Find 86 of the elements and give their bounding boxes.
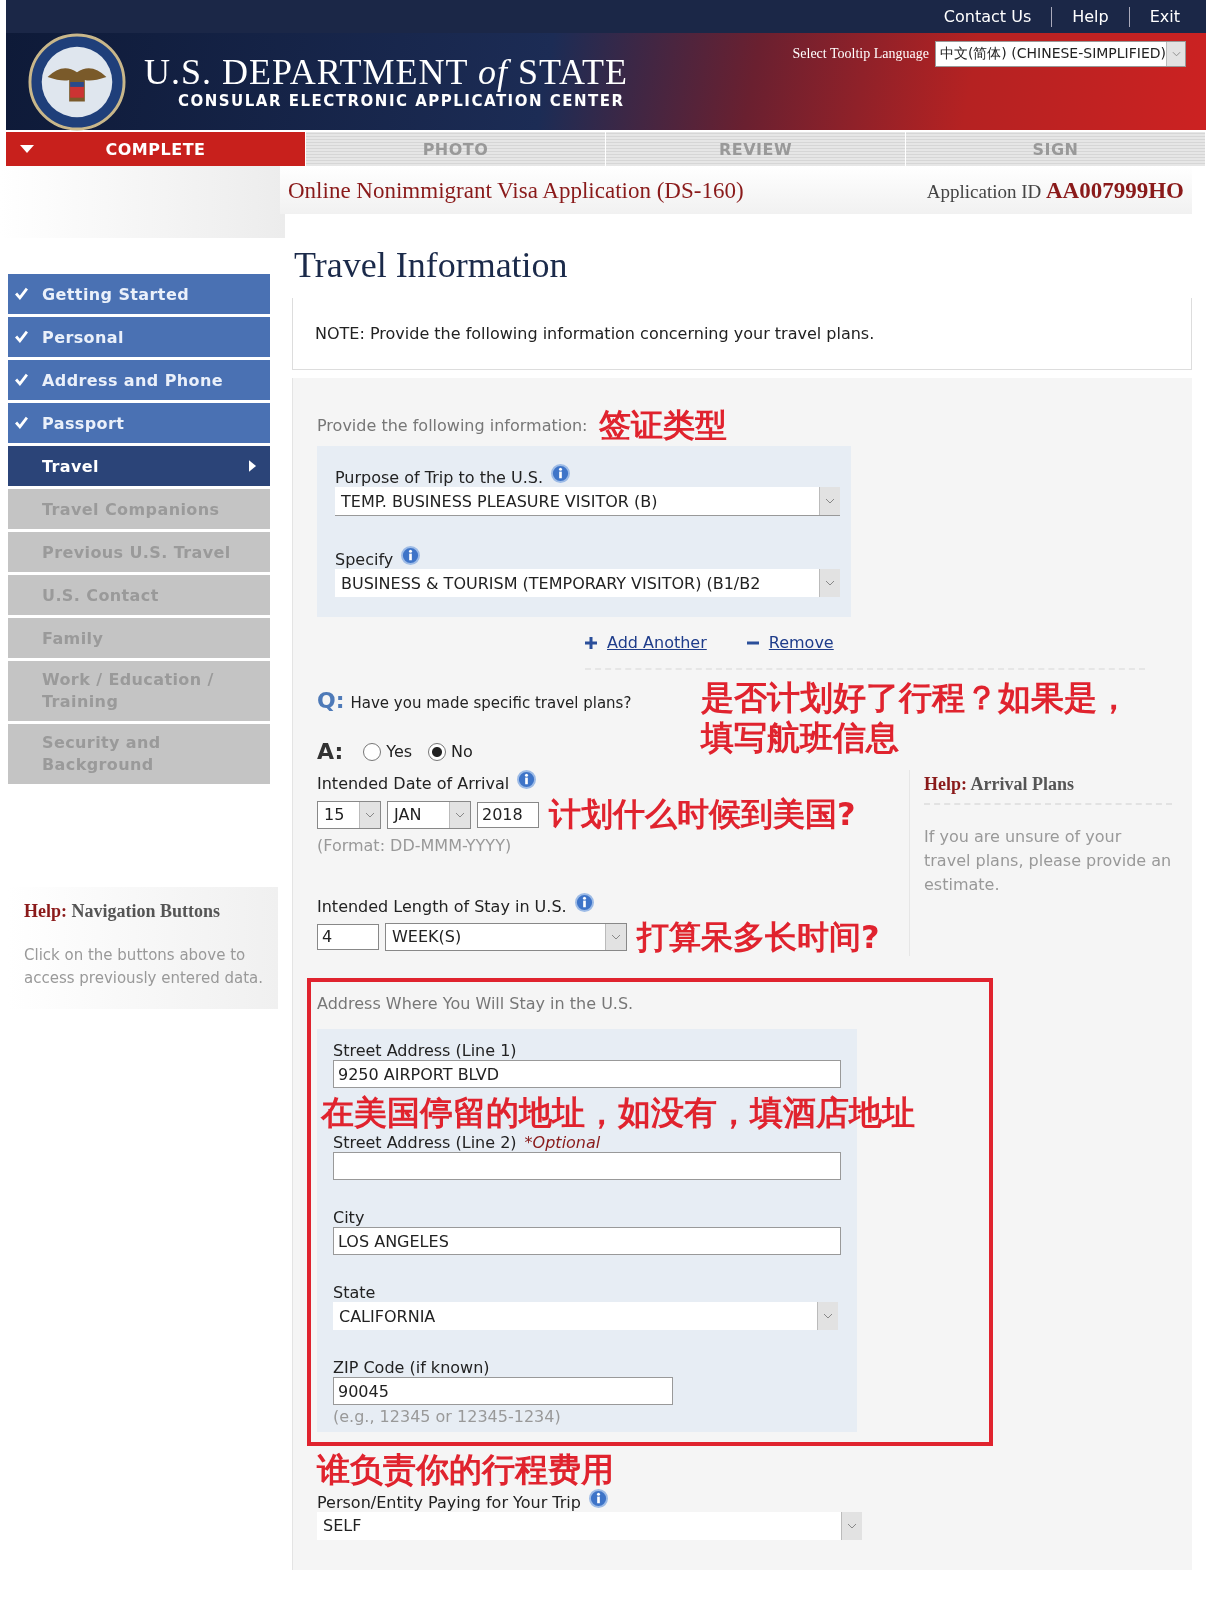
format-hint: (Format: DD-MMM-YYYY)	[317, 835, 513, 855]
help-title: Navigation Buttons	[71, 901, 221, 921]
application-id: AA007999HO	[1046, 178, 1184, 203]
plus-icon[interactable]	[585, 636, 597, 649]
top-link[interactable]: Contact Us	[943, 7, 1032, 26]
checkmark-icon	[15, 330, 28, 343]
sidebar-item[interactable]: Passport	[8, 403, 270, 443]
checkmark-icon	[15, 373, 28, 386]
tooltip-language-label: Select Tooltip Language	[792, 46, 929, 62]
arrow-right-icon	[249, 460, 256, 472]
payer-dropdown[interactable]: SELF	[317, 1511, 862, 1540]
radio-option[interactable]: No	[428, 742, 473, 762]
chevron-down-icon	[823, 1313, 833, 1320]
specify-dropdown[interactable]: BUSINESS & TOURISM (TEMPORARY VISITOR) (B1/B2	[335, 569, 840, 598]
caret-icon	[20, 145, 34, 153]
info-icon[interactable]	[551, 464, 571, 484]
seal-icon	[28, 32, 126, 131]
day-dropdown[interactable]: 15	[317, 800, 381, 829]
header-subtitle: CONSULAR ELECTRONIC APPLICATION CENTER	[178, 92, 626, 111]
stay-unit-dropdown[interactable]: WEEK(S)	[385, 922, 627, 951]
question-mark-label: Q:	[317, 688, 345, 714]
zip-hint: (e.g., 12345 or 12345-1234)	[333, 1407, 562, 1427]
field-label: ZIP Code (if known)	[333, 1358, 490, 1378]
checkmark-icon	[15, 416, 28, 429]
radio-option[interactable]: Yes	[363, 742, 413, 762]
month-dropdown[interactable]: JAN	[387, 800, 471, 829]
info-icon[interactable]	[401, 546, 421, 566]
chevron-down-icon	[1171, 51, 1181, 57]
optional-label: *Optional	[524, 1133, 601, 1153]
field-label: Street Address (Line 1)	[333, 1041, 517, 1061]
step-tab[interactable]: COMPLETE	[6, 132, 306, 166]
help-text: Click on the buttons above to access previously entered data.	[24, 945, 264, 989]
top-link[interactable]: Help	[1072, 7, 1109, 26]
note-text: NOTE: Provide the following information concerning your travel plans.	[315, 324, 875, 343]
street-line1-field[interactable]: 9250 AIRPORT BLVD	[333, 1060, 841, 1089]
question-text: Have you made specific travel plans?	[350, 694, 632, 713]
annotation-text: 打算呆多长时间?	[637, 917, 880, 957]
top-link[interactable]: Exit	[1149, 7, 1180, 26]
page-title: Travel Information	[294, 244, 569, 286]
purpose-dropdown[interactable]: TEMP. BUSINESS PLEASURE VISITOR (B)	[335, 487, 840, 517]
annotation-text: 在美国停留的地址，如没有，填酒店地址	[321, 1092, 915, 1134]
city-field[interactable]: LOS ANGELES	[333, 1227, 841, 1256]
stay-length-field[interactable]: 4	[317, 923, 379, 950]
field-label: State	[333, 1283, 376, 1303]
chevron-down-icon	[825, 498, 835, 505]
section-heading: Address Where You Will Stay in the U.S.	[317, 994, 635, 1014]
chevron-down-icon	[611, 933, 621, 940]
field-label: Intended Date of Arrival	[317, 774, 510, 794]
chevron-down-icon	[365, 811, 375, 818]
field-label: Purpose of Trip to the U.S.	[335, 468, 544, 488]
help-title: Arrival Plans	[970, 774, 1074, 795]
help-label: Help:	[924, 774, 967, 795]
annotation-text: 是否计划好了行程？如果是，填写航班信息	[701, 678, 1131, 759]
field-label: City	[333, 1208, 365, 1228]
language-dropdown[interactable]: 中文(简体) (CHINESE-SIMPLIFIED)	[934, 41, 1186, 67]
info-icon[interactable]	[517, 770, 537, 790]
add-another-link[interactable]: Add Another	[607, 633, 707, 653]
field-label: Specify	[335, 550, 394, 570]
info-icon[interactable]	[588, 1488, 608, 1508]
year-field[interactable]: 2018	[477, 801, 539, 828]
info-icon[interactable]	[574, 892, 594, 912]
state-dropdown[interactable]: CALIFORNIA	[333, 1302, 838, 1331]
sidebar-item[interactable]: Travel	[8, 446, 270, 486]
checkmark-icon	[15, 287, 28, 300]
sidebar-item[interactable]: Personal	[8, 317, 270, 357]
field-label: Person/Entity Paying for Your Trip	[317, 1492, 581, 1512]
annotation-text: 计划什么时候到美国?	[549, 795, 856, 834]
form-title: Online Nonimmigrant Visa Application (DS-160)	[288, 178, 744, 204]
chevron-down-icon	[825, 580, 835, 587]
help-label: Help:	[24, 901, 67, 921]
help-text: If you are unsure of your travel plans, please provide an estimate.	[924, 826, 1172, 897]
annotation-text: 签证类型	[599, 406, 728, 445]
zip-field[interactable]: 90045	[333, 1377, 673, 1406]
chevron-down-icon	[847, 1522, 857, 1529]
sidebar-item[interactable]: Getting Started	[8, 274, 270, 314]
sidebar-item[interactable]: Address and Phone	[8, 360, 270, 400]
remove-link[interactable]: Remove	[768, 633, 834, 653]
field-label: Intended Length of Stay in U.S.	[317, 896, 567, 916]
application-id-label: Application ID	[926, 181, 1042, 202]
field-label: Street Address (Line 2)	[333, 1133, 517, 1153]
answer-mark-label: A:	[317, 739, 344, 765]
chevron-down-icon	[455, 811, 465, 818]
department-title: U.S. DEPARTMENT of STATE	[144, 52, 629, 93]
section-intro: Provide the following information:	[317, 415, 588, 435]
annotation-text: 谁负责你的行程费用	[317, 1452, 615, 1489]
street-line2-field[interactable]	[333, 1152, 841, 1181]
